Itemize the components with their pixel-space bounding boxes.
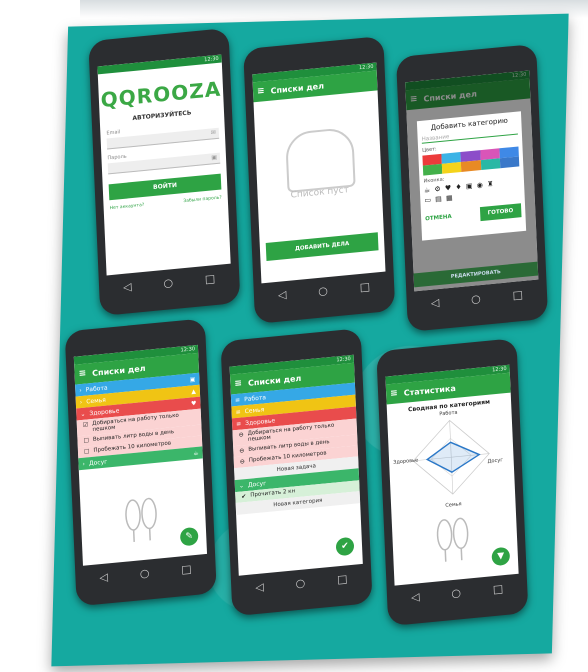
color-swatch[interactable] [499,156,520,169]
pencil-icon: ✎ [185,531,194,542]
statistics-screen: 12:30 ≡ Статистика Сводная по категориям… [385,364,519,586]
phone-edit-tasks: 12:30 ≡ Списки дел ≡ Работа ≡ Семья ≡ Здоро… [220,328,373,617]
app-logo: QQROOZA [100,76,222,113]
dialog-actions: ОТМЕНА ГОТОВО [425,203,522,226]
recents-icon[interactable]: □ [205,272,216,286]
color-swatch[interactable] [422,163,443,176]
remove-icon[interactable]: ⊖ [239,447,244,454]
remove-icon[interactable]: ⊖ [240,458,245,465]
chevron-down-icon: ⌄ [80,410,86,418]
empty-illustration [285,126,356,193]
home-icon[interactable]: ○ [451,586,461,600]
back-icon[interactable]: ◁ [278,288,287,302]
add-tasks-button[interactable]: ДОБАВИТЬ ДЕЛА [265,232,379,261]
edit-fab[interactable]: ✎ [179,526,199,547]
app-bar-title: Списки дел [91,363,146,378]
mail-icon: ✉ [210,129,217,137]
filter-fab[interactable]: ▼ [491,546,511,567]
todo-lists-screen: 12:30 ≡ Списки дел › Работа ▣ › Семья ▲ … [73,344,208,566]
check-icon[interactable]: ✔ [241,493,246,500]
phone-empty-list: 12:30 ≡ Списки дел Список пуст ДОБАВИТЬ … [243,35,396,324]
corn-illustration [436,517,469,562]
edit-tasks-screen: 12:30 ≡ Списки дел ≡ Работа ≡ Семья ≡ Здоро… [229,354,363,576]
color-swatch[interactable] [442,161,462,174]
menu-icon[interactable]: ≡ [234,379,242,390]
chevron-down-icon: ⌄ [238,481,245,490]
drag-handle-icon[interactable]: ≡ [235,408,240,415]
phone-login: 12:30 QQROOZA АВТОРИЗУЙТЕСЬ Email ✉ Паро… [88,27,241,317]
heart-icon: ♥ [190,399,197,407]
login-screen: 12:30 QQROOZA АВТОРИЗУЙТЕСЬ Email ✉ Паро… [97,54,231,276]
app-bar-title: Списки дел [270,81,325,96]
family-icon: ▲ [191,387,197,395]
status-bar: 12:30 [97,54,222,75]
back-icon[interactable]: ◁ [123,280,132,294]
menu-icon[interactable]: ≡ [390,388,398,399]
phone-todo-lists: 12:30 ≡ Списки дел › Работа ▣ › Семья ▲ … [64,318,217,607]
remove-icon[interactable]: ⊖ [238,431,244,443]
home-icon[interactable]: ○ [471,292,481,306]
empty-list-screen: 12:30 ≡ Списки дел Список пуст ДОБАВИТЬ … [252,62,386,284]
home-icon[interactable]: ○ [140,566,150,580]
lock-icon: ▣ [211,153,218,162]
color-swatch[interactable] [480,158,501,171]
chevron-right-icon: › [79,386,82,394]
check-icon: ✔ [340,541,349,552]
recents-icon[interactable]: □ [493,582,504,596]
back-icon[interactable]: ◁ [430,296,439,310]
home-icon[interactable]: ○ [295,576,305,590]
phone-add-category: 12:30 ≡ Списки дел Добавить категорию На… [395,43,549,332]
recents-icon[interactable]: □ [359,280,370,294]
recents-icon[interactable]: □ [337,572,348,586]
register-link[interactable]: Нет аккаунта? [110,203,145,211]
checkbox-icon[interactable]: ☐ [83,437,89,444]
drag-handle-icon[interactable]: ≡ [236,420,241,427]
radar-series [425,441,481,473]
recents-icon[interactable]: □ [512,288,523,302]
menu-icon[interactable]: ≡ [257,86,265,97]
back-icon[interactable]: ◁ [411,590,420,604]
chevron-right-icon: › [82,460,86,468]
filter-icon: ▼ [497,551,505,562]
menu-icon[interactable]: ≡ [78,369,86,380]
add-category-dialog: Добавить категорию Название Цвет: Иконка… [416,111,527,241]
app-bar-title: Списки дел [247,373,302,388]
checkbox-icon[interactable]: ☐ [84,448,90,455]
back-icon[interactable]: ◁ [255,580,264,594]
drag-handle-icon[interactable]: ≡ [235,396,240,403]
corn-illustration [125,497,157,542]
done-button[interactable]: ГОТОВО [479,203,522,222]
promo-poster: 12:30 QQROOZA АВТОРИЗУЙТЕСЬ Email ✉ Паро… [51,13,569,667]
radar-label-bottom: Семья [445,501,462,509]
cancel-button[interactable]: ОТМЕНА [425,214,452,223]
app-bar-title: Статистика [403,383,456,398]
confirm-fab[interactable]: ✔ [335,536,355,557]
color-swatch[interactable] [461,160,481,172]
home-icon[interactable]: ○ [318,284,328,298]
phone-statistics: 12:30 ≡ Статистика Сводная по категориям… [376,338,529,627]
back-icon[interactable]: ◁ [99,570,108,584]
home-icon[interactable]: ○ [163,276,173,290]
recents-icon[interactable]: □ [181,562,192,576]
add-category-screen: 12:30 ≡ Списки дел Добавить категорию На… [405,70,539,292]
forgot-password-link[interactable]: Забыли пароль? [183,195,222,204]
chevron-right-icon: › [79,398,83,406]
checkbox-checked-icon[interactable]: ☑ [83,421,89,433]
briefcase-icon: ▣ [189,375,196,384]
cup-icon: ☕ [193,449,199,457]
